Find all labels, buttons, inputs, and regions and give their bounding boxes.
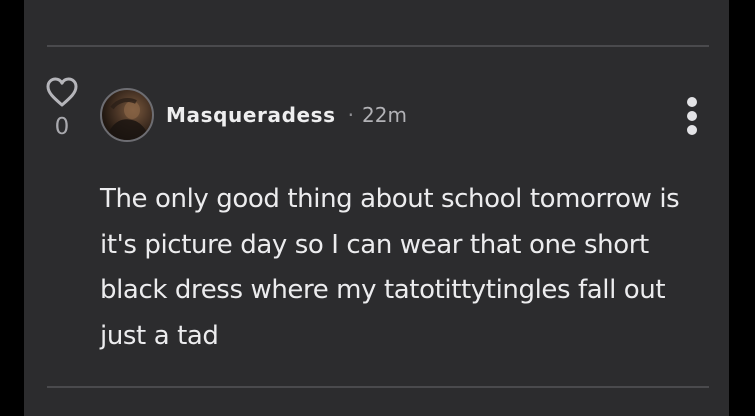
heart-icon[interactable] (45, 76, 79, 108)
avatar-image (106, 98, 148, 140)
comment-body: The only good thing about school tomorro… (100, 184, 680, 351)
more-options-icon[interactable] (684, 97, 700, 135)
author-username[interactable]: Masqueradess (166, 103, 336, 127)
top-divider (47, 45, 709, 47)
post-timestamp: 22m (362, 103, 407, 127)
avatar[interactable] (100, 88, 154, 142)
meta-separator: · (347, 103, 355, 127)
bottom-divider (47, 386, 709, 388)
post-meta: Masqueradess · 22m (166, 100, 407, 130)
like-count: 0 (54, 114, 70, 140)
comment-card: 0 Masqueradess · 22m The only good thing… (24, 0, 729, 416)
like-control[interactable]: 0 (42, 76, 82, 140)
